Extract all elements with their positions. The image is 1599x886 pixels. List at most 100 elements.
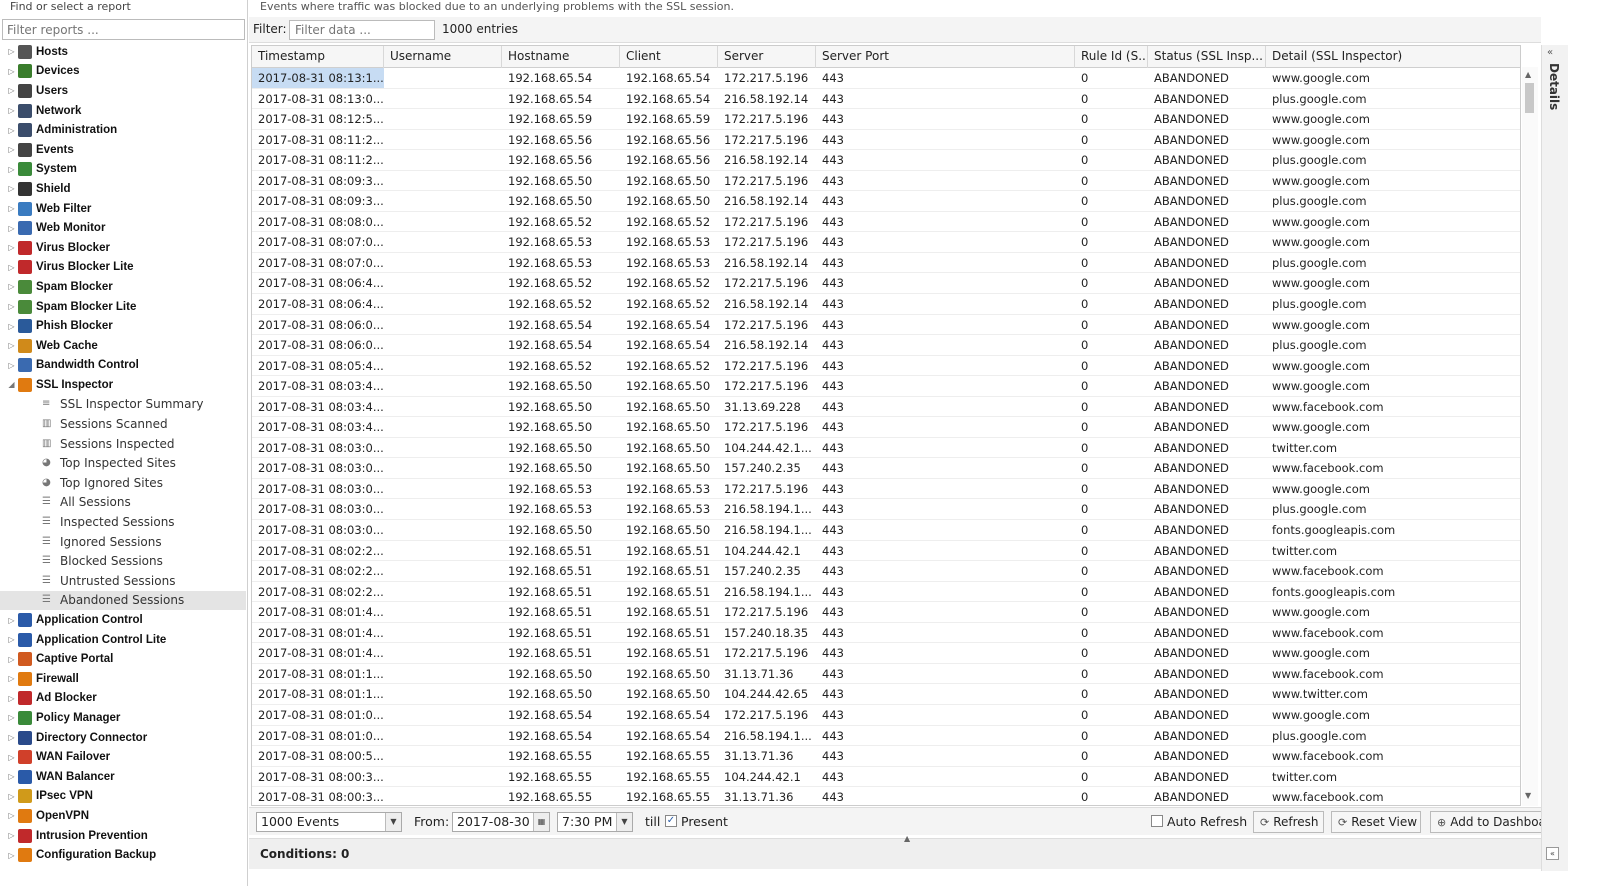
sidebar-item-configuration-backup[interactable]: ▷ Configuration Backup: [0, 845, 246, 865]
expand-arrow-icon[interactable]: ▷: [7, 86, 16, 95]
grid-vertical-scrollbar[interactable]: ▲ ▼: [1522, 67, 1538, 806]
table-row[interactable]: 2017-08-31 08:03:4... 192.168.65.50 192.16…: [252, 376, 1520, 397]
expand-arrow-icon[interactable]: ▷: [7, 47, 16, 56]
from-time-select[interactable]: 7:30 PM ▼: [557, 812, 633, 832]
expand-arrow-icon[interactable]: ▷: [7, 302, 16, 311]
table-row[interactable]: 2017-08-31 08:01:1... 192.168.65.50 192.16…: [252, 684, 1520, 705]
sidebar-item-spam-blocker-lite[interactable]: ▷ Spam Blocker Lite: [0, 297, 246, 317]
sidebar-item-users[interactable]: ▷ Users: [0, 81, 246, 101]
expand-details-icon[interactable]: «: [1547, 47, 1553, 58]
table-row[interactable]: 2017-08-31 08:07:0... 192.168.65.53 192.16…: [252, 232, 1520, 253]
scroll-down-icon[interactable]: ▼: [1525, 791, 1531, 800]
sidebar-item-policy-manager[interactable]: ▷ Policy Manager: [0, 708, 246, 728]
sidebar-item-firewall[interactable]: ▷ Firewall: [0, 669, 246, 689]
column-header[interactable]: Status (SSL Insp...: [1148, 46, 1266, 68]
table-row[interactable]: 2017-08-31 08:03:0... 192.168.65.50 192.16…: [252, 438, 1520, 459]
table-row[interactable]: 2017-08-31 08:03:4... 192.168.65.50 192.16…: [252, 417, 1520, 438]
sidebar-item-administration[interactable]: ▷ Administration: [0, 120, 246, 140]
column-header[interactable]: Client: [620, 46, 718, 68]
table-row[interactable]: 2017-08-31 08:09:3... 192.168.65.50 192.16…: [252, 191, 1520, 212]
expand-arrow-icon[interactable]: ▷: [7, 792, 16, 801]
column-header[interactable]: Hostname: [502, 46, 620, 68]
table-row[interactable]: 2017-08-31 08:07:0... 192.168.65.53 192.16…: [252, 253, 1520, 274]
sidebar-item-intrusion-prevention[interactable]: ▷ Intrusion Prevention: [0, 826, 246, 846]
expand-arrow-icon[interactable]: ▷: [7, 282, 16, 291]
table-row[interactable]: 2017-08-31 08:01:4... 192.168.65.51 192.16…: [252, 643, 1520, 664]
table-row[interactable]: 2017-08-31 08:08:0... 192.168.65.52 192.16…: [252, 212, 1520, 233]
expand-arrow-icon[interactable]: ▷: [7, 753, 16, 762]
table-row[interactable]: 2017-08-31 08:13:1... 192.168.65.54 192.16…: [252, 68, 1520, 89]
column-header[interactable]: Detail (SSL Inspector): [1266, 46, 1520, 68]
table-row[interactable]: 2017-08-31 08:05:4... 192.168.65.52 192.16…: [252, 356, 1520, 377]
sidebar-item-network[interactable]: ▷ Network: [0, 101, 246, 121]
sidebar-item-ssl-inspector[interactable]: ◢ SSL Inspector: [0, 375, 246, 395]
expand-arrow-icon[interactable]: ▷: [7, 733, 16, 742]
sidebar-item-openvpn[interactable]: ▷ OpenVPN: [0, 806, 246, 826]
sidebar-item-wan-balancer[interactable]: ▷ WAN Balancer: [0, 767, 246, 787]
sidebar-item-application-control-lite[interactable]: ▷ Application Control Lite: [0, 630, 246, 650]
expand-arrow-icon[interactable]: ▷: [7, 831, 16, 840]
conditions-panel[interactable]: ▲ Conditions: 0: [249, 834, 1541, 869]
report-item-abandoned-sessions[interactable]: ☰ Abandoned Sessions: [0, 590, 246, 611]
present-checkbox[interactable]: ✓: [665, 815, 677, 827]
column-header[interactable]: Server Port: [816, 46, 1075, 68]
expand-arrow-icon[interactable]: ▷: [7, 126, 16, 135]
table-row[interactable]: 2017-08-31 08:03:0... 192.168.65.53 192.16…: [252, 479, 1520, 500]
expand-arrow-icon[interactable]: ▷: [7, 165, 16, 174]
report-item-all-sessions[interactable]: ☰ All Sessions: [0, 493, 246, 513]
report-item-blocked-sessions[interactable]: ☰ Blocked Sessions: [0, 551, 246, 571]
expand-arrow-icon[interactable]: ▷: [7, 67, 16, 76]
expand-arrow-icon[interactable]: ▷: [7, 674, 16, 683]
table-row[interactable]: 2017-08-31 08:03:0... 192.168.65.53 192.16…: [252, 499, 1520, 521]
table-row[interactable]: 2017-08-31 08:00:5... 192.168.65.55 192.16…: [252, 746, 1520, 767]
table-row[interactable]: 2017-08-31 08:02:2... 192.168.65.51 192.16…: [252, 582, 1520, 603]
sidebar-item-web-monitor[interactable]: ▷ Web Monitor: [0, 218, 246, 238]
sidebar-item-wan-failover[interactable]: ▷ WAN Failover: [0, 747, 246, 767]
table-row[interactable]: 2017-08-31 08:06:4... 192.168.65.52 192.16…: [252, 273, 1520, 295]
scrollbar-thumb[interactable]: [1525, 83, 1534, 113]
table-row[interactable]: 2017-08-31 08:13:0... 192.168.65.54 192.16…: [252, 89, 1520, 110]
sidebar-item-bandwidth-control[interactable]: ▷ Bandwidth Control: [0, 356, 246, 376]
expand-arrow-icon[interactable]: ▷: [7, 616, 16, 625]
report-item-inspected-sessions[interactable]: ☰ Inspected Sessions: [0, 512, 246, 532]
table-row[interactable]: 2017-08-31 08:00:3... 192.168.65.55 192.16…: [252, 767, 1520, 788]
expand-arrow-icon[interactable]: ▷: [7, 341, 16, 350]
sidebar-item-web-cache[interactable]: ▷ Web Cache: [0, 336, 246, 356]
table-row[interactable]: 2017-08-31 08:01:4... 192.168.65.51 192.16…: [252, 623, 1520, 644]
expand-arrow-icon[interactable]: ▷: [7, 361, 16, 370]
table-row[interactable]: 2017-08-31 08:01:0... 192.168.65.54 192.16…: [252, 705, 1520, 726]
table-row[interactable]: 2017-08-31 08:03:0... 192.168.65.50 192.16…: [252, 520, 1520, 541]
expand-arrow-icon[interactable]: ▷: [7, 655, 16, 664]
sidebar-item-phish-blocker[interactable]: ▷ Phish Blocker: [0, 316, 246, 336]
chevron-down-icon[interactable]: ▼: [616, 813, 632, 831]
expand-arrow-icon[interactable]: ▷: [7, 263, 16, 272]
sidebar-item-ad-blocker[interactable]: ▷ Ad Blocker: [0, 689, 246, 709]
calendar-icon[interactable]: ▦: [533, 813, 549, 831]
report-item-top-ignored-sites[interactable]: ◕ Top Ignored Sites: [0, 473, 246, 493]
expand-arrow-icon[interactable]: ▷: [7, 243, 16, 252]
report-item-top-inspected-sites[interactable]: ◕ Top Inspected Sites: [0, 453, 246, 473]
auto-refresh-checkbox[interactable]: [1151, 815, 1163, 827]
table-row[interactable]: 2017-08-31 08:06:0... 192.168.65.54 192.16…: [252, 335, 1520, 356]
chevron-down-icon[interactable]: ▼: [385, 813, 401, 831]
sidebar-item-devices[interactable]: ▷ Devices: [0, 62, 246, 82]
table-row[interactable]: 2017-08-31 08:01:0... 192.168.65.54 192.16…: [252, 726, 1520, 747]
expand-arrow-icon[interactable]: ▷: [7, 204, 16, 213]
reset-view-button[interactable]: ⟳ Reset View: [1331, 811, 1421, 833]
expand-arrow-icon[interactable]: ▷: [7, 106, 16, 115]
details-panel-collapsed[interactable]: « Details: [1541, 45, 1568, 871]
filter-data-input[interactable]: [289, 20, 435, 40]
table-row[interactable]: 2017-08-31 08:03:4... 192.168.65.50 192.16…: [252, 397, 1520, 418]
table-row[interactable]: 2017-08-31 08:00:3... 192.168.65.55 192.16…: [252, 787, 1520, 805]
table-row[interactable]: 2017-08-31 08:02:2... 192.168.65.51 192.16…: [252, 561, 1520, 582]
report-item-sessions-inspected[interactable]: ▥ Sessions Inspected: [0, 434, 246, 454]
table-row[interactable]: 2017-08-31 08:11:2... 192.168.65.56 192.16…: [252, 150, 1520, 171]
sidebar-item-hosts[interactable]: ▷ Hosts: [0, 42, 246, 62]
table-row[interactable]: 2017-08-31 08:03:0... 192.168.65.50 192.16…: [252, 458, 1520, 479]
sidebar-item-virus-blocker[interactable]: ▷ Virus Blocker: [0, 238, 246, 258]
sidebar-item-virus-blocker-lite[interactable]: ▷ Virus Blocker Lite: [0, 258, 246, 278]
refresh-button[interactable]: ⟳ Refresh: [1253, 811, 1324, 833]
report-item-sessions-scanned[interactable]: ▥ Sessions Scanned: [0, 414, 246, 434]
sidebar-item-directory-connector[interactable]: ▷ Directory Connector: [0, 728, 246, 748]
report-item-untrusted-sessions[interactable]: ☰ Untrusted Sessions: [0, 571, 246, 591]
